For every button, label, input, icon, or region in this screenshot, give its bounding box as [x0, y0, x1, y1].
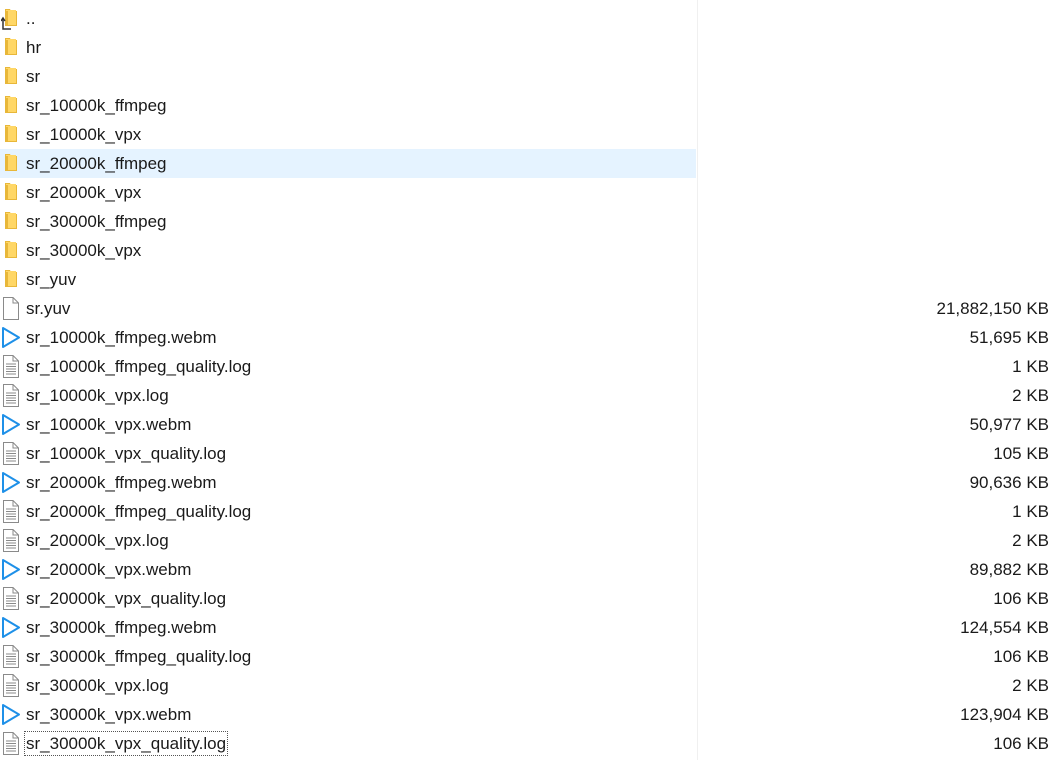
folder-icon: [1, 94, 21, 117]
play-icon: [1, 616, 21, 639]
file-row[interactable]: sr_30000k_vpx_quality.log 106 KB: [0, 729, 1057, 758]
folder-row[interactable]: ..: [0, 4, 1057, 33]
file-size: 124,554 KB: [960, 618, 1049, 637]
file-name: sr_30000k_ffmpeg: [26, 212, 167, 231]
file-name: sr_30000k_vpx: [26, 241, 142, 260]
file-name: sr_20000k_vpx_quality.log: [26, 589, 227, 608]
file-size: 89,882 KB: [969, 560, 1049, 579]
folder-icon: [1, 123, 21, 146]
text-file-icon: [1, 529, 21, 552]
file-name: sr_10000k_vpx: [26, 125, 142, 144]
file-size: 90,636 KB: [969, 473, 1049, 492]
file-name: sr_yuv: [26, 270, 77, 289]
folder-row[interactable]: sr_20000k_vpx: [0, 178, 1057, 207]
file-name: sr_10000k_ffmpeg.webm: [26, 328, 217, 347]
file-size: 2 KB: [1012, 676, 1049, 695]
file-row[interactable]: sr.yuv 21,882,150 KB: [0, 294, 1057, 323]
file-name: sr_10000k_ffmpeg: [26, 96, 167, 115]
file-name: sr_30000k_ffmpeg_quality.log: [26, 647, 252, 666]
file-row[interactable]: sr_20000k_vpx.log 2 KB: [0, 526, 1057, 555]
folder-row[interactable]: sr: [0, 62, 1057, 91]
file-row[interactable]: sr_10000k_vpx.log 2 KB: [0, 381, 1057, 410]
file-name: sr_10000k_vpx.log: [26, 386, 169, 405]
file-size: 50,977 KB: [969, 415, 1049, 434]
folder-row[interactable]: sr_10000k_vpx: [0, 120, 1057, 149]
file-row[interactable]: sr_20000k_ffmpeg.webm 90,636 KB: [0, 468, 1057, 497]
file-row[interactable]: sr_10000k_ffmpeg_quality.log 1 KB: [0, 352, 1057, 381]
text-file-icon: [1, 384, 21, 407]
file-row[interactable]: sr_20000k_vpx_quality.log 106 KB: [0, 584, 1057, 613]
file-name: sr_20000k_vpx.webm: [26, 560, 192, 579]
folder-row[interactable]: sr_30000k_ffmpeg: [0, 207, 1057, 236]
play-icon: [1, 326, 21, 349]
text-file-icon: [1, 732, 21, 755]
file-name: sr_30000k_vpx_quality.log: [23, 731, 229, 756]
file-name: sr_10000k_vpx_quality.log: [26, 444, 227, 463]
file-row[interactable]: sr_30000k_ffmpeg_quality.log 106 KB: [0, 642, 1057, 671]
text-file-icon: [1, 674, 21, 697]
folder-row[interactable]: sr_30000k_vpx: [0, 236, 1057, 265]
file-size: 123,904 KB: [960, 705, 1049, 724]
folder-icon: [1, 36, 21, 59]
file-name: sr_30000k_vpx.log: [26, 676, 169, 695]
file-name: sr_10000k_vpx.webm: [26, 415, 192, 434]
file-name: sr_20000k_vpx.log: [26, 531, 169, 550]
file-size: 51,695 KB: [969, 328, 1049, 347]
file-size: 106 KB: [993, 734, 1049, 753]
file-row[interactable]: sr_30000k_vpx.webm 123,904 KB: [0, 700, 1057, 729]
play-icon: [1, 471, 21, 494]
folder-row[interactable]: sr_yuv: [0, 265, 1057, 294]
file-size: 105 KB: [993, 444, 1049, 463]
file-row[interactable]: sr_10000k_ffmpeg.webm 51,695 KB: [0, 323, 1057, 352]
file-row[interactable]: sr_20000k_vpx.webm 89,882 KB: [0, 555, 1057, 584]
file-name: sr_20000k_ffmpeg: [26, 154, 167, 173]
file-size: 2 KB: [1012, 531, 1049, 550]
file-list: .. hr sr sr_10000k_ffmpeg sr_10000k_vpx sr_20…: [0, 4, 1057, 758]
file-row[interactable]: sr_10000k_vpx.webm 50,977 KB: [0, 410, 1057, 439]
file-size: 21,882,150 KB: [936, 299, 1049, 318]
folder-icon: [1, 268, 21, 291]
folder-icon: [1, 65, 21, 88]
folder-icon: [1, 152, 21, 175]
folder-row[interactable]: sr_20000k_ffmpeg: [0, 149, 1057, 178]
file-size: 1 KB: [1012, 357, 1049, 376]
folder-row[interactable]: hr: [0, 33, 1057, 62]
folder-icon: [1, 239, 21, 262]
file-name: hr: [26, 38, 42, 57]
file-name: sr_20000k_ffmpeg_quality.log: [26, 502, 252, 521]
folder-icon: [1, 181, 21, 204]
folder-row[interactable]: sr_10000k_ffmpeg: [0, 91, 1057, 120]
file-row[interactable]: sr_30000k_ffmpeg.webm 124,554 KB: [0, 613, 1057, 642]
text-file-icon: [1, 442, 21, 465]
file-size: 1 KB: [1012, 502, 1049, 521]
file-name: sr_30000k_ffmpeg.webm: [26, 618, 217, 637]
file-name: ..: [26, 9, 36, 28]
file-name: sr_20000k_vpx: [26, 183, 142, 202]
file-name: sr: [26, 67, 41, 86]
blank-file-icon: [1, 297, 21, 320]
file-row[interactable]: sr_30000k_vpx.log 2 KB: [0, 671, 1057, 700]
file-size: 106 KB: [993, 589, 1049, 608]
play-icon: [1, 558, 21, 581]
file-name: sr.yuv: [26, 299, 71, 318]
text-file-icon: [1, 587, 21, 610]
text-file-icon: [1, 645, 21, 668]
folder-icon: [1, 210, 21, 233]
folder-up-icon: [0, 7, 21, 30]
text-file-icon: [1, 500, 21, 523]
file-row[interactable]: sr_20000k_ffmpeg_quality.log 1 KB: [0, 497, 1057, 526]
play-icon: [1, 413, 21, 436]
text-file-icon: [1, 355, 21, 378]
file-name: sr_10000k_ffmpeg_quality.log: [26, 357, 252, 376]
file-name: sr_20000k_ffmpeg.webm: [26, 473, 217, 492]
play-icon: [1, 703, 21, 726]
file-size: 106 KB: [993, 647, 1049, 666]
file-row[interactable]: sr_10000k_vpx_quality.log 105 KB: [0, 439, 1057, 468]
file-size: 2 KB: [1012, 386, 1049, 405]
file-name: sr_30000k_vpx.webm: [26, 705, 192, 724]
